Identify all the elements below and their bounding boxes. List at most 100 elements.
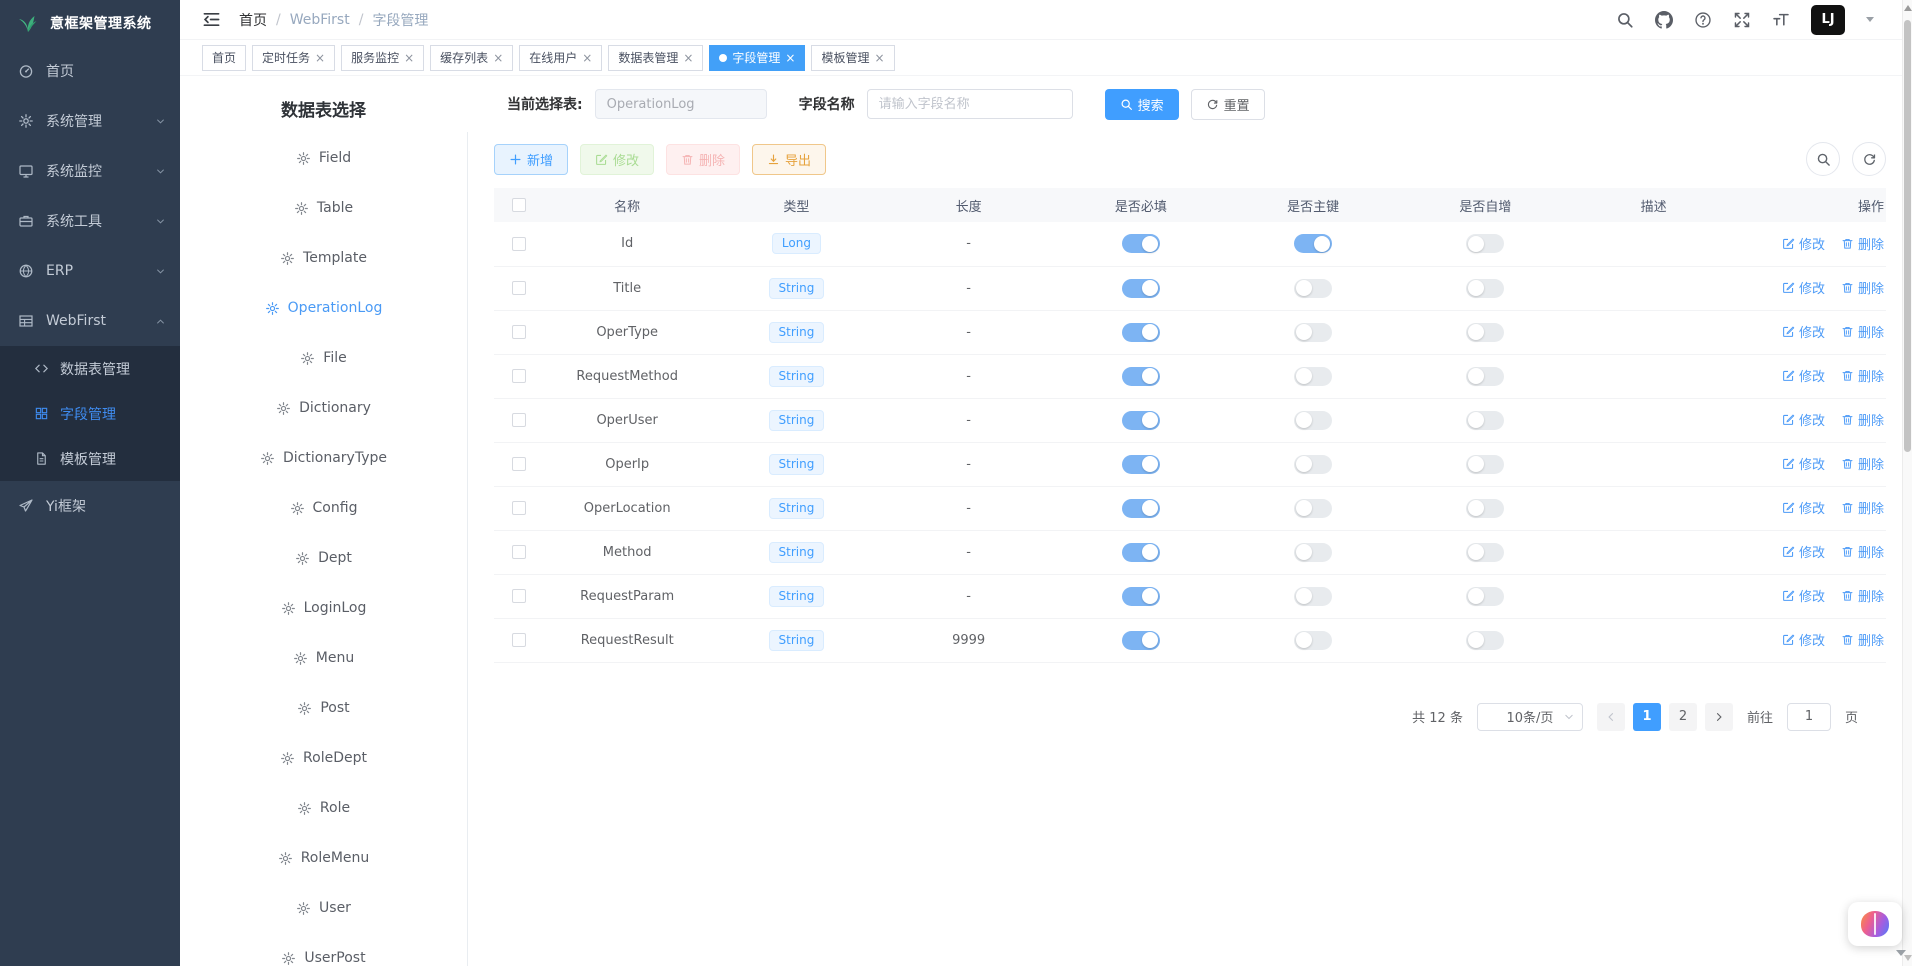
- required-toggle[interactable]: [1122, 367, 1160, 386]
- field-name-input[interactable]: [867, 89, 1073, 119]
- sidebar-item-6[interactable]: Yi框架: [0, 481, 180, 531]
- row-delete-action[interactable]: 删除: [1841, 630, 1884, 649]
- table-list-item[interactable]: RoleDept: [180, 733, 467, 783]
- page-size-select[interactable]: 10条/页: [1477, 703, 1583, 731]
- tab-4[interactable]: 在线用户×: [519, 45, 602, 71]
- sidebar-item-3[interactable]: 系统工具: [0, 196, 180, 246]
- page-button-2[interactable]: 2: [1669, 703, 1697, 731]
- required-toggle[interactable]: [1122, 455, 1160, 474]
- auto-increment-toggle[interactable]: [1466, 543, 1504, 562]
- primary-key-toggle[interactable]: [1294, 411, 1332, 430]
- primary-key-toggle[interactable]: [1294, 234, 1332, 253]
- row-edit-action[interactable]: 修改: [1782, 454, 1825, 473]
- fullscreen-icon[interactable]: [1733, 11, 1751, 29]
- tab-close-icon[interactable]: ×: [582, 52, 592, 64]
- font-size-icon[interactable]: [1772, 11, 1790, 29]
- chevron-down-icon[interactable]: [1866, 17, 1874, 22]
- primary-key-toggle[interactable]: [1294, 367, 1332, 386]
- required-toggle[interactable]: [1122, 631, 1160, 650]
- row-checkbox[interactable]: [512, 457, 526, 471]
- next-page-button[interactable]: [1705, 703, 1733, 731]
- scrollbar[interactable]: [1902, 0, 1912, 966]
- row-delete-action[interactable]: 删除: [1841, 234, 1884, 253]
- table-list-item[interactable]: OperationLog: [180, 283, 467, 333]
- sidebar-subitem-0[interactable]: 数据表管理: [0, 346, 180, 391]
- table-search-button[interactable]: [1806, 142, 1840, 176]
- search-button[interactable]: 搜索: [1105, 89, 1179, 120]
- auto-increment-toggle[interactable]: [1466, 455, 1504, 474]
- tab-5[interactable]: 数据表管理×: [608, 45, 703, 71]
- table-list-item[interactable]: Menu: [180, 633, 467, 683]
- required-toggle[interactable]: [1122, 279, 1160, 298]
- auto-increment-toggle[interactable]: [1466, 367, 1504, 386]
- add-button[interactable]: 新增: [494, 144, 568, 175]
- auto-increment-toggle[interactable]: [1466, 587, 1504, 606]
- tab-close-icon[interactable]: ×: [404, 52, 414, 64]
- sidebar-item-1[interactable]: 系统管理: [0, 96, 180, 146]
- sidebar-subitem-2[interactable]: 模板管理: [0, 436, 180, 481]
- scrollbar-thumb[interactable]: [1904, 20, 1911, 452]
- search-icon[interactable]: [1616, 11, 1634, 29]
- table-list-item[interactable]: UserPost: [180, 933, 467, 966]
- row-edit-action[interactable]: 修改: [1782, 498, 1825, 517]
- github-icon[interactable]: [1655, 11, 1673, 29]
- row-checkbox[interactable]: [512, 589, 526, 603]
- row-checkbox[interactable]: [512, 369, 526, 383]
- tab-6[interactable]: 字段管理×: [709, 45, 805, 71]
- sidebar-item-5[interactable]: WebFirst: [0, 296, 180, 346]
- prev-page-button[interactable]: [1597, 703, 1625, 731]
- sidebar-item-4[interactable]: ERP: [0, 246, 180, 296]
- tab-close-icon[interactable]: ×: [785, 52, 795, 64]
- row-edit-action[interactable]: 修改: [1782, 630, 1825, 649]
- primary-key-toggle[interactable]: [1294, 631, 1332, 650]
- scrollbar-up-arrow[interactable]: [1904, 5, 1912, 11]
- auto-increment-toggle[interactable]: [1466, 499, 1504, 518]
- row-delete-action[interactable]: 删除: [1841, 366, 1884, 385]
- row-edit-action[interactable]: 修改: [1782, 542, 1825, 561]
- row-checkbox[interactable]: [512, 545, 526, 559]
- row-edit-action[interactable]: 修改: [1782, 366, 1825, 385]
- row-checkbox[interactable]: [512, 633, 526, 647]
- row-delete-action[interactable]: 删除: [1841, 586, 1884, 605]
- row-edit-action[interactable]: 修改: [1782, 410, 1825, 429]
- tab-7[interactable]: 模板管理×: [811, 45, 894, 71]
- table-list-item[interactable]: Config: [180, 483, 467, 533]
- table-list-item[interactable]: Dept: [180, 533, 467, 583]
- primary-key-toggle[interactable]: [1294, 323, 1332, 342]
- required-toggle[interactable]: [1122, 543, 1160, 562]
- tab-0[interactable]: 首页: [202, 45, 246, 71]
- sidebar-item-0[interactable]: 首页: [0, 46, 180, 96]
- required-toggle[interactable]: [1122, 411, 1160, 430]
- row-edit-action[interactable]: 修改: [1782, 322, 1825, 341]
- breadcrumb-item[interactable]: 首页: [239, 10, 267, 30]
- sidebar-subitem-1[interactable]: 字段管理: [0, 391, 180, 436]
- table-list-item[interactable]: Post: [180, 683, 467, 733]
- table-list-item[interactable]: DictionaryType: [180, 433, 467, 483]
- table-list-item[interactable]: RoleMenu: [180, 833, 467, 883]
- help-icon[interactable]: [1694, 11, 1712, 29]
- primary-key-toggle[interactable]: [1294, 543, 1332, 562]
- tab-close-icon[interactable]: ×: [315, 52, 325, 64]
- primary-key-toggle[interactable]: [1294, 499, 1332, 518]
- row-checkbox[interactable]: [512, 325, 526, 339]
- required-toggle[interactable]: [1122, 323, 1160, 342]
- assistant-widget[interactable]: [1848, 902, 1902, 946]
- tab-3[interactable]: 缓存列表×: [430, 45, 513, 71]
- row-delete-action[interactable]: 删除: [1841, 410, 1884, 429]
- row-checkbox[interactable]: [512, 501, 526, 515]
- auto-increment-toggle[interactable]: [1466, 234, 1504, 253]
- table-list-item[interactable]: File: [180, 333, 467, 383]
- edit-button[interactable]: 修改: [580, 144, 654, 175]
- primary-key-toggle[interactable]: [1294, 587, 1332, 606]
- tab-close-icon[interactable]: ×: [493, 52, 503, 64]
- auto-increment-toggle[interactable]: [1466, 411, 1504, 430]
- table-list-item[interactable]: LoginLog: [180, 583, 467, 633]
- row-delete-action[interactable]: 删除: [1841, 542, 1884, 561]
- primary-key-toggle[interactable]: [1294, 455, 1332, 474]
- table-list-item[interactable]: Role: [180, 783, 467, 833]
- row-edit-action[interactable]: 修改: [1782, 234, 1825, 253]
- tab-2[interactable]: 服务监控×: [341, 45, 424, 71]
- sidebar-collapse-icon[interactable]: [202, 10, 221, 29]
- table-list-item[interactable]: Table: [180, 183, 467, 233]
- table-list-item[interactable]: Template: [180, 233, 467, 283]
